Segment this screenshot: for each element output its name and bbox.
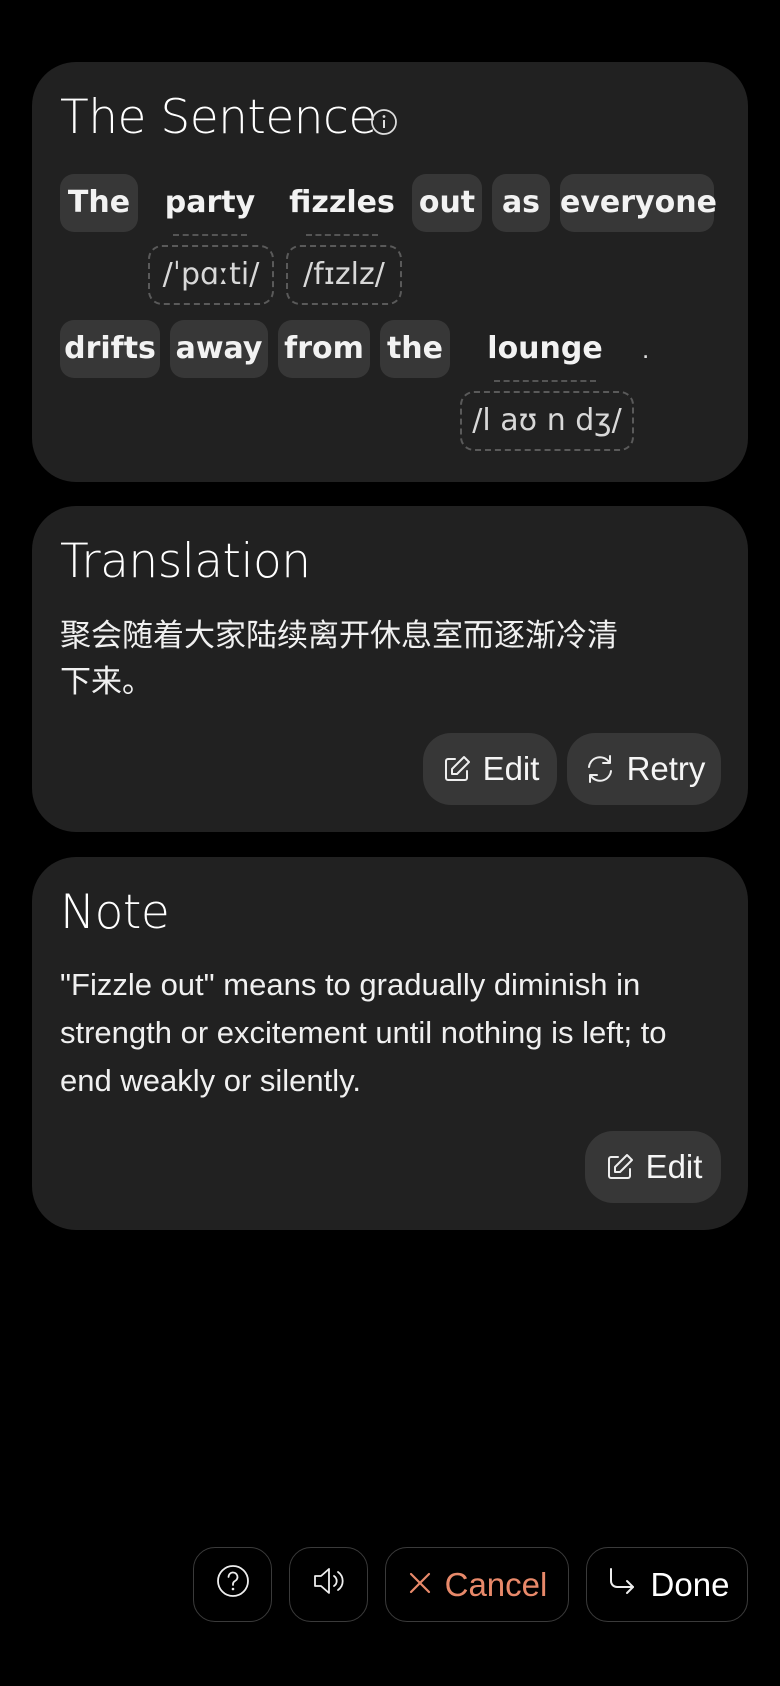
note-card: Note "Fizzle out" means to gradually dim…	[32, 857, 748, 1230]
sentence-card: The Sentence The party fizzles out as ev…	[32, 62, 748, 482]
close-icon	[407, 1566, 433, 1604]
word-chip[interactable]: out	[412, 174, 482, 232]
phonetic-label: /ˈpɑːti/	[148, 245, 274, 305]
word-chip[interactable]: as	[492, 174, 550, 232]
note-line: strength or excitement until nothing is …	[60, 1015, 667, 1050]
word-chip[interactable]: drifts	[60, 320, 160, 378]
word-chip[interactable]: from	[278, 320, 370, 378]
info-icon[interactable]	[370, 108, 398, 141]
word-text: lounge	[487, 331, 603, 366]
sentence-title: The Sentence	[60, 90, 377, 145]
retry-label: Retry	[626, 750, 706, 787]
note-line: "Fizzle out" means to gradually diminish…	[60, 967, 641, 1002]
help-circle-icon	[215, 1563, 251, 1607]
speak-button[interactable]	[289, 1547, 368, 1622]
done-button[interactable]: Done	[586, 1547, 748, 1622]
translation-card: Translation 聚会随着大家陆续离开休息室而逐渐冷清 下来。 Edit …	[32, 506, 748, 832]
corner-down-right-icon	[605, 1565, 639, 1605]
note-text: "Fizzle out" means to gradually diminish…	[60, 961, 708, 1105]
edit-icon	[604, 1151, 636, 1183]
note-edit-button[interactable]: Edit	[585, 1131, 721, 1203]
word-text: party	[164, 185, 256, 220]
word-chip-highlighted[interactable]: party	[148, 174, 272, 236]
word-chip[interactable]: away	[170, 320, 268, 378]
cancel-label: Cancel	[444, 1565, 548, 1603]
edit-label: Edit	[482, 750, 540, 787]
edit-label: Edit	[645, 1148, 703, 1185]
edit-icon	[441, 753, 473, 785]
word-chip[interactable]: the	[380, 320, 450, 378]
speaker-icon	[310, 1563, 348, 1607]
done-label: Done	[650, 1565, 730, 1603]
cancel-button[interactable]: Cancel	[385, 1547, 569, 1622]
phonetic-label: /fɪzlz/	[286, 245, 402, 305]
word-chip-highlighted[interactable]: fizzles	[282, 174, 402, 236]
translation-line: 下来。	[60, 664, 153, 700]
help-button[interactable]	[193, 1547, 272, 1622]
refresh-icon	[583, 752, 617, 786]
note-line: end weakly or silently.	[60, 1063, 361, 1098]
translation-title: Translation	[60, 534, 311, 589]
sentence-punctuation: .	[642, 334, 650, 364]
phonetic-label: /l aʊ n dʒ/	[460, 391, 634, 451]
translation-line: 聚会随着大家陆续离开休息室而逐渐冷清	[60, 618, 618, 654]
note-title: Note	[60, 885, 170, 940]
word-chip[interactable]: everyone	[560, 174, 717, 232]
translation-retry-button[interactable]: Retry	[567, 733, 721, 805]
word-text: fizzles	[289, 185, 395, 220]
translation-text: 聚会随着大家陆续离开休息室而逐渐冷清 下来。	[60, 613, 708, 705]
word-chip-highlighted[interactable]: lounge	[460, 320, 630, 382]
translation-edit-button[interactable]: Edit	[423, 733, 557, 805]
word-chip[interactable]: The	[60, 174, 138, 232]
